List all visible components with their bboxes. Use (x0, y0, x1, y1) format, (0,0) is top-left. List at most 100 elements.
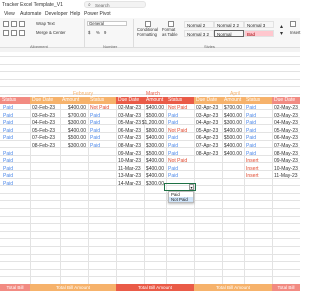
jan-status-cell[interactable]: Paid (3, 173, 29, 180)
jan-status-cell[interactable]: Paid (3, 135, 29, 142)
mar-amount-cell[interactable]: $300.00 (140, 181, 164, 188)
conditional-formatting-button[interactable]: Conditional Formatting (137, 27, 161, 37)
apr-amount-cell[interactable]: $300.00 (220, 120, 242, 127)
may-date-cell[interactable]: 05-May-23 (274, 128, 300, 135)
mar-amount-cell[interactable]: $400.00 (140, 105, 164, 112)
jan-status-cell[interactable]: Paid (3, 181, 29, 188)
apr-extra-cell[interactable]: Insert (246, 158, 272, 165)
feb-status-cell[interactable]: Paid (90, 113, 116, 120)
may-date-cell[interactable]: 02-May-23 (274, 105, 300, 112)
comma-style-button[interactable]: 9 (104, 30, 106, 35)
apr-status-cell[interactable]: Paid (246, 113, 272, 120)
mar-status-cell[interactable]: Not Paid (168, 128, 194, 135)
menu-developer[interactable]: Developer (45, 11, 68, 17)
mar-status-cell[interactable]: Not Paid (168, 105, 194, 112)
feb-amount-cell[interactable]: $400.00 (60, 128, 86, 135)
jan-status-cell[interactable] (3, 143, 29, 150)
feb-status-cell[interactable]: Paid (90, 143, 116, 150)
style-bad[interactable]: Bad (244, 30, 274, 37)
style-normal-2[interactable]: Normal 2 (184, 21, 214, 28)
mar-status-cell[interactable]: Paid (168, 135, 194, 142)
mar-status-cell[interactable]: Paid (168, 166, 194, 173)
apr-status-cell[interactable]: Paid (246, 151, 272, 158)
insert-icon[interactable] (290, 21, 296, 27)
align-middle-icon[interactable] (11, 21, 17, 27)
apr-status-cell[interactable]: Paid (246, 128, 272, 135)
merge-center-button[interactable]: Merge & Center (36, 30, 66, 35)
dropdown-option-not-paid[interactable]: Not Paid (169, 197, 193, 202)
feb-amount-cell[interactable]: $300.00 (60, 120, 86, 127)
percent-button[interactable]: % (96, 30, 100, 35)
mar-status-cell[interactable]: Paid (168, 113, 194, 120)
feb-date-cell[interactable]: 04-Feb-23 (32, 120, 60, 127)
apr-status-cell[interactable]: Paid (246, 135, 272, 142)
jan-status-cell[interactable]: Paid (3, 166, 29, 173)
apr-extra-cell[interactable]: Insert (246, 173, 272, 180)
apr-amount-cell[interactable]: $400.00 (220, 151, 242, 158)
search-box[interactable]: ⌕ Search (84, 1, 146, 8)
styles-scroll-icon[interactable]: ▴ (280, 23, 283, 30)
feb-amount-cell[interactable]: $700.00 (60, 113, 86, 120)
apr-status-cell[interactable]: Paid (246, 105, 272, 112)
apr-amount-cell[interactable]: $500.00 (220, 135, 242, 142)
feb-amount-cell[interactable]: $300.00 (60, 143, 86, 150)
may-date-cell[interactable]: 09-May-23 (274, 158, 300, 165)
apr-status-cell[interactable]: Paid (246, 143, 272, 150)
wrap-text-button[interactable]: Wrap Text (36, 21, 55, 26)
feb-date-cell[interactable]: 07-Feb-23 (32, 135, 60, 142)
mar-status-cell[interactable]: Paid (168, 173, 194, 180)
may-date-cell[interactable]: 04-May-23 (274, 120, 300, 127)
feb-status-cell[interactable]: Paid (90, 135, 116, 142)
currency-button[interactable]: $ (88, 30, 90, 35)
mar-amount-cell[interactable]: $1,200.00 (140, 120, 164, 127)
jan-status-cell[interactable]: Paid (3, 105, 29, 112)
align-center-icon[interactable] (11, 30, 17, 36)
mar-status-cell[interactable]: Paid (168, 120, 194, 127)
mar-amount-cell[interactable]: $400.00 (140, 158, 164, 165)
apr-amount-cell[interactable]: $400.00 (220, 143, 242, 150)
mar-status-cell[interactable]: Not Paid (168, 158, 194, 165)
feb-date-cell[interactable]: 05-Feb-23 (32, 128, 60, 135)
may-date-cell[interactable]: 11-May-23 (274, 173, 300, 180)
jan-status-cell[interactable]: Paid (3, 120, 29, 127)
may-date-cell[interactable]: 08-May-23 (274, 151, 300, 158)
align-bottom-icon[interactable] (19, 21, 25, 27)
jan-status-cell[interactable]: Paid (3, 158, 29, 165)
mar-amount-cell[interactable]: $500.00 (140, 113, 164, 120)
mar-status-cell[interactable]: Paid (168, 143, 194, 150)
feb-status-cell[interactable]: Not Paid (90, 105, 116, 112)
apr-status-cell[interactable]: Paid (246, 120, 272, 127)
feb-date-cell[interactable]: 02-Feb-23 (32, 105, 60, 112)
mar-amount-cell[interactable]: $400.00 (140, 173, 164, 180)
style-normal-3-2[interactable]: Normal 3 2 (184, 30, 214, 37)
may-date-cell[interactable]: 07-May-23 (274, 143, 300, 150)
dropdown-arrow-icon[interactable]: ▾ (189, 184, 194, 190)
menu-help[interactable]: Help (70, 11, 80, 17)
mar-amount-cell[interactable]: $300.00 (140, 143, 164, 150)
jan-status-cell[interactable]: Paid (3, 128, 29, 135)
mar-amount-cell[interactable]: $400.00 (140, 166, 164, 173)
jan-status-cell[interactable]: Paid (3, 113, 29, 120)
feb-date-cell[interactable]: 08-Feb-23 (32, 143, 60, 150)
mar-amount-cell[interactable]: $500.00 (140, 151, 164, 158)
jan-status-cell[interactable]: Paid (3, 151, 29, 158)
format-as-table-button[interactable]: Format as Table (162, 27, 180, 37)
may-date-cell[interactable]: 10-May-23 (274, 166, 300, 173)
feb-amount-cell[interactable]: $500.00 (60, 135, 86, 142)
menu-power-pivot[interactable]: Power Pivot (84, 11, 111, 17)
feb-amount-cell[interactable]: $400.00 (60, 105, 86, 112)
apr-amount-cell[interactable]: $400.00 (220, 113, 242, 120)
align-right-icon[interactable] (19, 30, 25, 36)
insert-button[interactable]: Insert (290, 30, 300, 35)
feb-date-cell[interactable]: 03-Feb-23 (32, 113, 60, 120)
align-top-icon[interactable] (3, 21, 9, 27)
feb-status-cell[interactable]: Paid (90, 120, 116, 127)
mar-amount-cell[interactable]: $400.00 (140, 135, 164, 142)
style-normal-3[interactable]: Normal 3 (244, 21, 274, 28)
menu-view[interactable]: View (4, 11, 15, 17)
apr-amount-cell[interactable]: $700.00 (220, 105, 242, 112)
style-normal-2-2[interactable]: Normal 2 2 (214, 21, 244, 28)
apr-amount-cell[interactable]: $400.00 (220, 128, 242, 135)
may-date-cell[interactable]: 06-May-23 (274, 135, 300, 142)
style-normal[interactable]: Normal (214, 30, 244, 37)
